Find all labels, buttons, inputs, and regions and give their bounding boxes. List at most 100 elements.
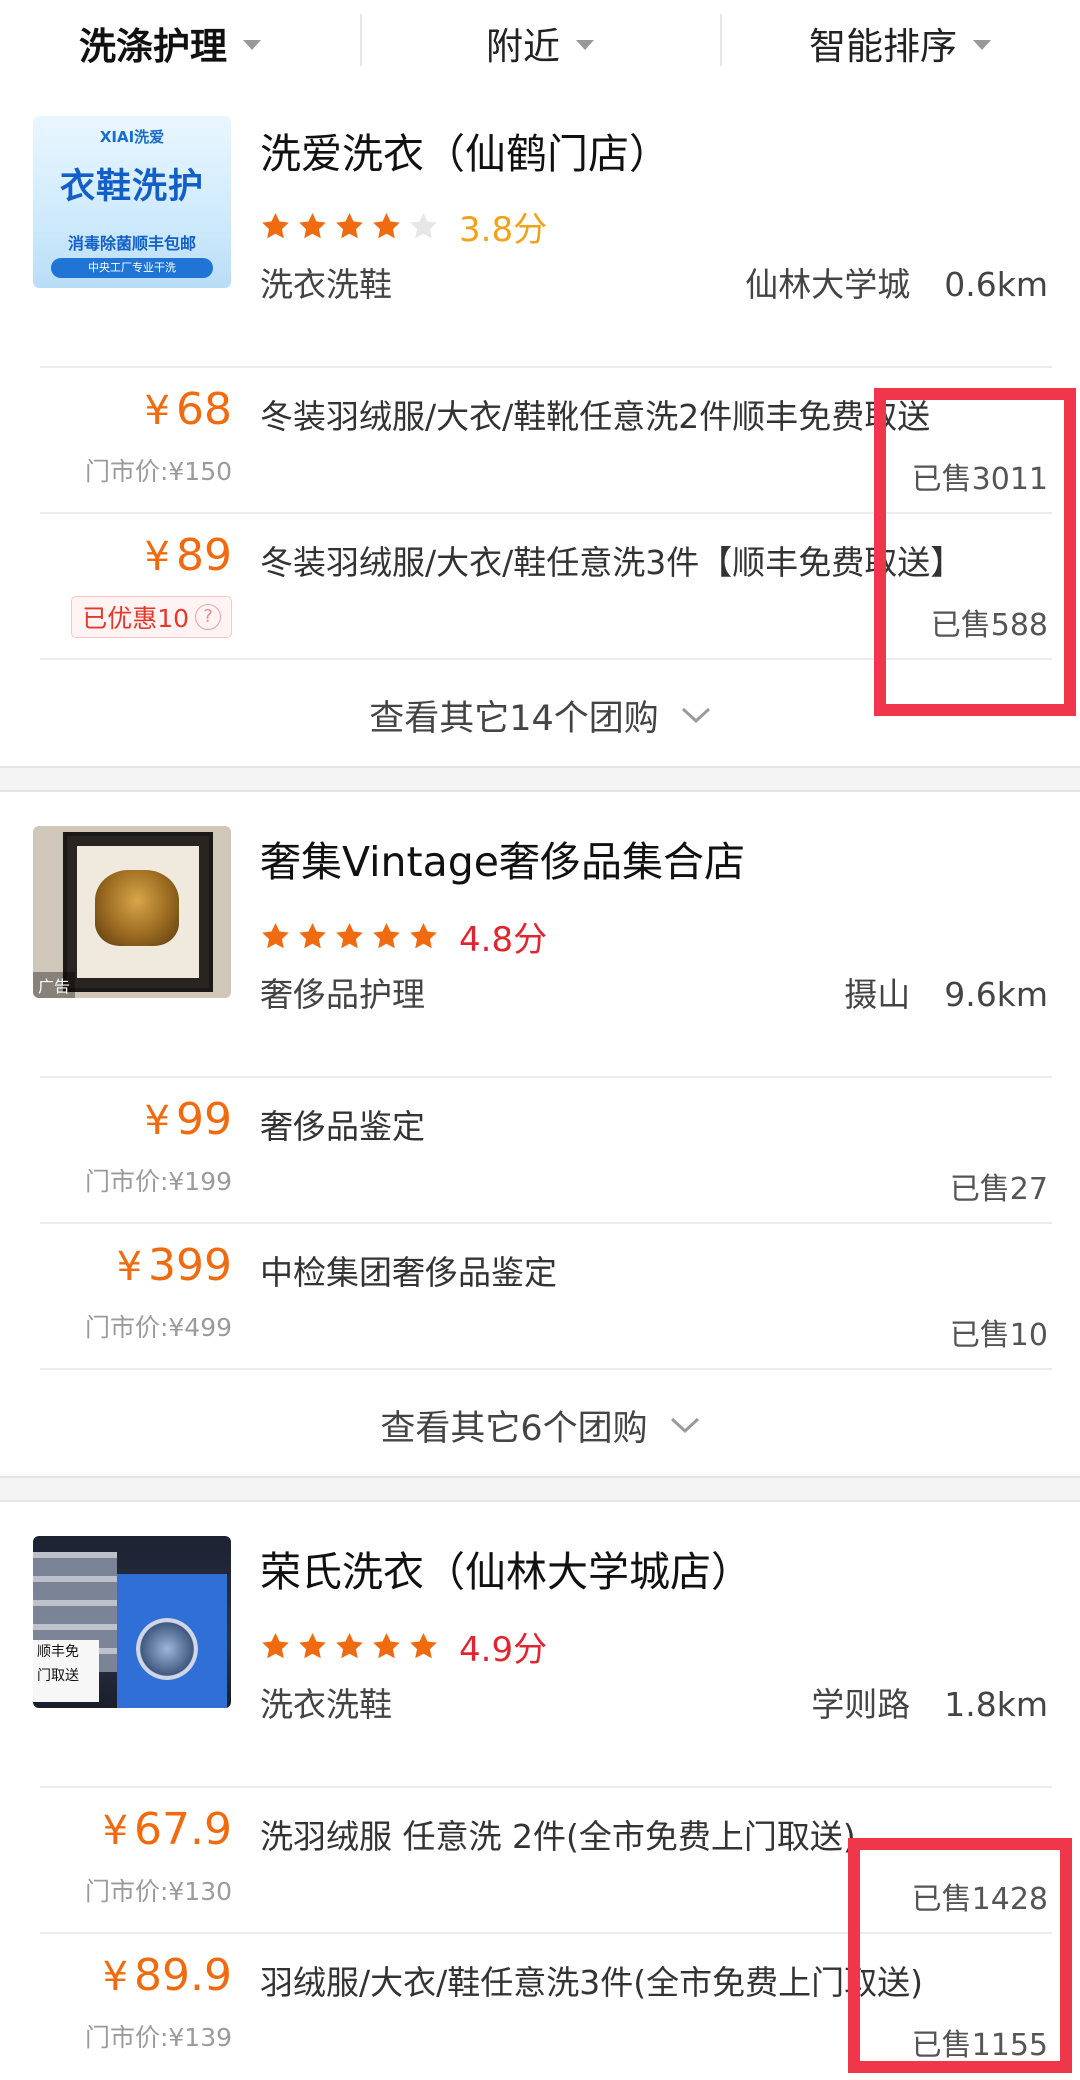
filter-divider	[360, 14, 362, 66]
coupon-badge[interactable]: 已优惠10?	[71, 596, 232, 638]
sign-line: 门取送	[37, 1668, 79, 1684]
price-value: 99	[176, 1094, 232, 1145]
deal-price: ¥399	[117, 1240, 232, 1291]
star-icon	[336, 1632, 363, 1659]
shop-distance: 9.6km	[944, 975, 1048, 1014]
saddle-shape	[95, 870, 179, 946]
shop-distance: 0.6km	[944, 265, 1048, 304]
star-icon	[262, 922, 289, 949]
rating-stars: 4.8分	[260, 912, 547, 961]
sign-line: 顺丰免	[37, 1644, 79, 1660]
filter-sort-label: 智能排序	[809, 25, 957, 68]
currency-symbol: ¥	[144, 388, 170, 434]
shop-location: 仙林大学城 0.6km	[745, 258, 1048, 306]
star-icon	[336, 922, 363, 949]
caret-down-icon	[973, 40, 991, 50]
deal-price: ¥89	[145, 530, 232, 581]
currency-symbol: ¥	[102, 1954, 129, 2000]
star-icon	[299, 922, 326, 949]
deal-title: 冬装羽绒服/大衣/鞋靴任意洗2件顺丰免费取送	[260, 397, 931, 436]
deal-title: 洗羽绒服 任意洗 2件(全市免费上门取送)	[260, 1817, 856, 1856]
original-price: 门市价:¥130	[84, 1877, 232, 1906]
thumbnail-pill: 中央工厂专业干洗	[51, 258, 213, 278]
price-value: 399	[148, 1240, 232, 1291]
deal-row[interactable]: ¥99 门市价:¥199 奢侈品鉴定 已售27	[0, 1078, 1080, 1224]
shop-category: 洗衣洗鞋	[260, 1685, 392, 1724]
price-value: 68	[176, 384, 232, 435]
rating-stars: 3.8分	[260, 202, 547, 251]
deal-title: 羽绒服/大衣/鞋任意洗3件(全市免费上门取送)	[260, 1963, 923, 2002]
star-icon	[262, 1632, 289, 1659]
shop-thumbnail[interactable]: XIAI洗爱 衣鞋洗护 消毒除菌顺丰包邮 中央工厂专业干洗	[33, 116, 231, 288]
chevron-down-icon	[670, 1417, 699, 1434]
star-icon	[373, 922, 400, 949]
shop-name[interactable]: 奢集Vintage奢侈品集合店	[260, 828, 745, 888]
machine-door-shape	[136, 1618, 198, 1680]
shop-category: 奢侈品护理	[260, 975, 425, 1014]
original-price: 门市价:¥199	[84, 1167, 232, 1196]
section-gap	[0, 1476, 1080, 1502]
shop-area: 学则路	[811, 1685, 911, 1724]
thumbnail-title: 衣鞋洗护	[59, 167, 204, 207]
rating-score: 4.9分	[459, 1630, 548, 1670]
filter-divider	[720, 14, 722, 66]
deal-price: ¥89.9	[103, 1950, 232, 2001]
sold-count: 已售27	[949, 1172, 1048, 1207]
star-icon	[410, 212, 437, 239]
price-value: 89	[176, 530, 232, 581]
shop-area: 仙林大学城	[745, 265, 911, 304]
highlight-box	[874, 388, 1076, 716]
deal-title: 奢侈品鉴定	[260, 1107, 425, 1146]
shop-thumbnail[interactable]: 广告	[33, 826, 231, 998]
shop-location: 摄山 9.6km	[844, 968, 1048, 1016]
star-icon	[373, 212, 400, 239]
caret-down-icon	[243, 40, 261, 50]
shop-name[interactable]: 荣氏洗衣（仙林大学城店）	[260, 1538, 752, 1598]
question-icon[interactable]: ?	[195, 604, 221, 630]
shop-distance: 1.8km	[944, 1685, 1048, 1724]
shop-category: 洗衣洗鞋	[260, 265, 392, 304]
shop-card[interactable]: 广告 奢集Vintage奢侈品集合店 4.8分 奢侈品护理 摄山 9.6km ¥9…	[0, 826, 1080, 1476]
filter-bar: 洗涤护理 附近 智能排序	[0, 0, 1080, 86]
deal-title: 冬装羽绒服/大衣/鞋任意洗3件【顺丰免费取送】	[260, 543, 964, 582]
filter-nearby[interactable]: 附近	[380, 0, 700, 86]
view-more-deals-button[interactable]: 查看其它6个团购	[0, 1370, 1080, 1480]
original-price: 门市价:¥150	[84, 457, 232, 486]
deal-row[interactable]: ¥399 门市价:¥499 中检集团奢侈品鉴定 已售10	[0, 1224, 1080, 1370]
star-icon	[299, 212, 326, 239]
original-price: 门市价:¥499	[84, 1313, 232, 1342]
shop-name[interactable]: 洗爱洗衣（仙鹤门店）	[260, 120, 670, 180]
ad-label: 广告	[33, 972, 76, 998]
brand-logo: XIAI洗爱	[99, 128, 165, 146]
image-mat	[77, 846, 199, 978]
section-gap	[0, 766, 1080, 792]
star-icon	[410, 922, 437, 949]
star-icon	[336, 212, 363, 239]
sold-count: 已售10	[949, 1318, 1048, 1353]
filter-sort[interactable]: 智能排序	[740, 0, 1060, 86]
coupon-label: 已优惠10	[82, 604, 189, 633]
view-more-label: 查看其它14个团购	[369, 698, 659, 739]
filter-category[interactable]: 洗涤护理	[20, 0, 320, 86]
deal-price: ¥67.9	[103, 1804, 232, 1855]
star-icon	[299, 1632, 326, 1659]
rating-score: 4.8分	[459, 920, 548, 960]
currency-symbol: ¥	[144, 534, 170, 580]
highlight-box	[848, 1838, 1072, 2073]
thumbnail-sign: 顺丰免 门取送	[33, 1640, 99, 1702]
star-icon	[262, 212, 289, 239]
deal-title: 中检集团奢侈品鉴定	[260, 1253, 557, 1292]
chevron-down-icon	[681, 707, 710, 724]
view-more-label: 查看其它6个团购	[380, 1408, 648, 1449]
filter-nearby-label: 附近	[486, 25, 560, 68]
deal-price: ¥99	[145, 1094, 232, 1145]
price-value: 67.9	[134, 1804, 232, 1855]
filter-category-label: 洗涤护理	[79, 25, 227, 68]
caret-down-icon	[576, 40, 594, 50]
shop-area: 摄山	[844, 975, 911, 1014]
framed-saddle-image	[63, 832, 213, 992]
deal-price: ¥68	[145, 384, 232, 435]
shop-thumbnail[interactable]: 顺丰免 门取送	[33, 1536, 231, 1708]
star-icon	[410, 1632, 437, 1659]
original-price: 门市价:¥139	[84, 2023, 232, 2052]
